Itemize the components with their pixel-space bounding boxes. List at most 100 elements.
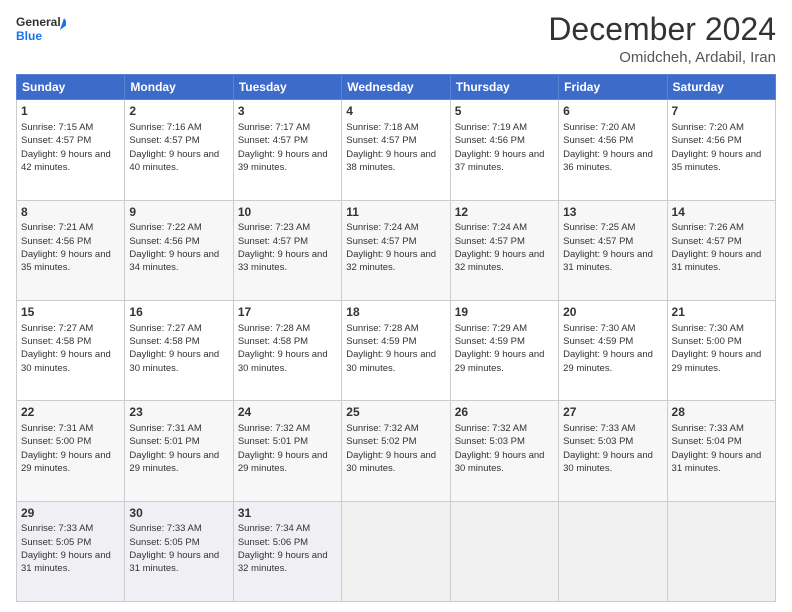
day-number: 11: [346, 204, 445, 221]
sunset-text: Sunset: 4:57 PM: [346, 236, 416, 247]
sunrise-text: Sunrise: 7:19 AM: [455, 122, 527, 133]
sunrise-text: Sunrise: 7:31 AM: [129, 423, 201, 434]
sunset-text: Sunset: 4:58 PM: [238, 336, 308, 347]
table-row: 9 Sunrise: 7:22 AM Sunset: 4:56 PM Dayli…: [125, 200, 233, 300]
table-row: 6 Sunrise: 7:20 AM Sunset: 4:56 PM Dayli…: [559, 100, 667, 200]
daylight-text: Daylight: 9 hours and 40 minutes.: [129, 149, 219, 173]
sunset-text: Sunset: 4:56 PM: [455, 135, 525, 146]
table-row: 29 Sunrise: 7:33 AM Sunset: 5:05 PM Dayl…: [17, 501, 125, 601]
sunset-text: Sunset: 4:57 PM: [238, 135, 308, 146]
sunset-text: Sunset: 4:57 PM: [346, 135, 416, 146]
sunset-text: Sunset: 4:57 PM: [563, 236, 633, 247]
sunset-text: Sunset: 4:59 PM: [346, 336, 416, 347]
day-number: 10: [238, 204, 337, 221]
calendar-row: 1 Sunrise: 7:15 AM Sunset: 4:57 PM Dayli…: [17, 100, 776, 200]
daylight-text: Daylight: 9 hours and 30 minutes.: [346, 450, 436, 474]
day-number: 16: [129, 304, 228, 321]
table-row: 10 Sunrise: 7:23 AM Sunset: 4:57 PM Dayl…: [233, 200, 341, 300]
daylight-text: Daylight: 9 hours and 30 minutes.: [129, 349, 219, 373]
sunset-text: Sunset: 5:04 PM: [672, 436, 742, 447]
sunrise-text: Sunrise: 7:20 AM: [672, 122, 744, 133]
daylight-text: Daylight: 9 hours and 42 minutes.: [21, 149, 111, 173]
sunset-text: Sunset: 4:59 PM: [455, 336, 525, 347]
day-number: 21: [672, 304, 771, 321]
table-row: 20 Sunrise: 7:30 AM Sunset: 4:59 PM Dayl…: [559, 300, 667, 400]
logo-svg: General Blue: [16, 12, 66, 48]
daylight-text: Daylight: 9 hours and 37 minutes.: [455, 149, 545, 173]
table-row: 17 Sunrise: 7:28 AM Sunset: 4:58 PM Dayl…: [233, 300, 341, 400]
sunrise-text: Sunrise: 7:29 AM: [455, 323, 527, 334]
daylight-text: Daylight: 9 hours and 31 minutes.: [21, 550, 111, 574]
sunrise-text: Sunrise: 7:17 AM: [238, 122, 310, 133]
sunset-text: Sunset: 4:56 PM: [563, 135, 633, 146]
sunrise-text: Sunrise: 7:26 AM: [672, 222, 744, 233]
table-row: 5 Sunrise: 7:19 AM Sunset: 4:56 PM Dayli…: [450, 100, 558, 200]
sunrise-text: Sunrise: 7:28 AM: [346, 323, 418, 334]
table-row: 18 Sunrise: 7:28 AM Sunset: 4:59 PM Dayl…: [342, 300, 450, 400]
day-number: 13: [563, 204, 662, 221]
page: General Blue December 2024 Omidcheh, Ard…: [0, 0, 792, 612]
sunrise-text: Sunrise: 7:15 AM: [21, 122, 93, 133]
sunrise-text: Sunrise: 7:32 AM: [238, 423, 310, 434]
table-row: 16 Sunrise: 7:27 AM Sunset: 4:58 PM Dayl…: [125, 300, 233, 400]
day-number: 22: [21, 404, 120, 421]
sunrise-text: Sunrise: 7:31 AM: [21, 423, 93, 434]
day-number: 24: [238, 404, 337, 421]
table-row: 30 Sunrise: 7:33 AM Sunset: 5:05 PM Dayl…: [125, 501, 233, 601]
sunset-text: Sunset: 4:57 PM: [455, 236, 525, 247]
sunset-text: Sunset: 4:56 PM: [129, 236, 199, 247]
col-saturday: Saturday: [667, 75, 775, 100]
day-number: 23: [129, 404, 228, 421]
table-row: 27 Sunrise: 7:33 AM Sunset: 5:03 PM Dayl…: [559, 401, 667, 501]
daylight-text: Daylight: 9 hours and 31 minutes.: [672, 450, 762, 474]
sunrise-text: Sunrise: 7:18 AM: [346, 122, 418, 133]
daylight-text: Daylight: 9 hours and 30 minutes.: [346, 349, 436, 373]
calendar-header-row: Sunday Monday Tuesday Wednesday Thursday…: [17, 75, 776, 100]
sunset-text: Sunset: 4:56 PM: [21, 236, 91, 247]
day-number: 26: [455, 404, 554, 421]
table-row: 13 Sunrise: 7:25 AM Sunset: 4:57 PM Dayl…: [559, 200, 667, 300]
daylight-text: Daylight: 9 hours and 30 minutes.: [563, 450, 653, 474]
sunset-text: Sunset: 4:57 PM: [129, 135, 199, 146]
daylight-text: Daylight: 9 hours and 35 minutes.: [21, 249, 111, 273]
sunrise-text: Sunrise: 7:33 AM: [129, 523, 201, 534]
location-subtitle: Omidcheh, Ardabil, Iran: [548, 49, 776, 66]
day-number: 6: [563, 103, 662, 120]
day-number: 14: [672, 204, 771, 221]
sunrise-text: Sunrise: 7:33 AM: [563, 423, 635, 434]
sunrise-text: Sunrise: 7:33 AM: [672, 423, 744, 434]
daylight-text: Daylight: 9 hours and 31 minutes.: [672, 249, 762, 273]
sunrise-text: Sunrise: 7:25 AM: [563, 222, 635, 233]
header: General Blue December 2024 Omidcheh, Ard…: [16, 12, 776, 66]
day-number: 25: [346, 404, 445, 421]
sunrise-text: Sunrise: 7:21 AM: [21, 222, 93, 233]
sunrise-text: Sunrise: 7:22 AM: [129, 222, 201, 233]
daylight-text: Daylight: 9 hours and 36 minutes.: [563, 149, 653, 173]
sunset-text: Sunset: 5:00 PM: [672, 336, 742, 347]
daylight-text: Daylight: 9 hours and 32 minutes.: [346, 249, 436, 273]
sunrise-text: Sunrise: 7:30 AM: [672, 323, 744, 334]
sunset-text: Sunset: 5:00 PM: [21, 436, 91, 447]
day-number: 1: [21, 103, 120, 120]
calendar-table: Sunday Monday Tuesday Wednesday Thursday…: [16, 74, 776, 602]
calendar-row: 8 Sunrise: 7:21 AM Sunset: 4:56 PM Dayli…: [17, 200, 776, 300]
sunset-text: Sunset: 4:57 PM: [21, 135, 91, 146]
table-row: [559, 501, 667, 601]
daylight-text: Daylight: 9 hours and 29 minutes.: [129, 450, 219, 474]
daylight-text: Daylight: 9 hours and 32 minutes.: [455, 249, 545, 273]
sunrise-text: Sunrise: 7:23 AM: [238, 222, 310, 233]
day-number: 2: [129, 103, 228, 120]
day-number: 29: [21, 505, 120, 522]
table-row: 11 Sunrise: 7:24 AM Sunset: 4:57 PM Dayl…: [342, 200, 450, 300]
table-row: 31 Sunrise: 7:34 AM Sunset: 5:06 PM Dayl…: [233, 501, 341, 601]
table-row: 8 Sunrise: 7:21 AM Sunset: 4:56 PM Dayli…: [17, 200, 125, 300]
day-number: 12: [455, 204, 554, 221]
daylight-text: Daylight: 9 hours and 29 minutes.: [21, 450, 111, 474]
sunset-text: Sunset: 5:01 PM: [129, 436, 199, 447]
col-thursday: Thursday: [450, 75, 558, 100]
day-number: 8: [21, 204, 120, 221]
day-number: 4: [346, 103, 445, 120]
col-tuesday: Tuesday: [233, 75, 341, 100]
daylight-text: Daylight: 9 hours and 35 minutes.: [672, 149, 762, 173]
sunrise-text: Sunrise: 7:24 AM: [455, 222, 527, 233]
